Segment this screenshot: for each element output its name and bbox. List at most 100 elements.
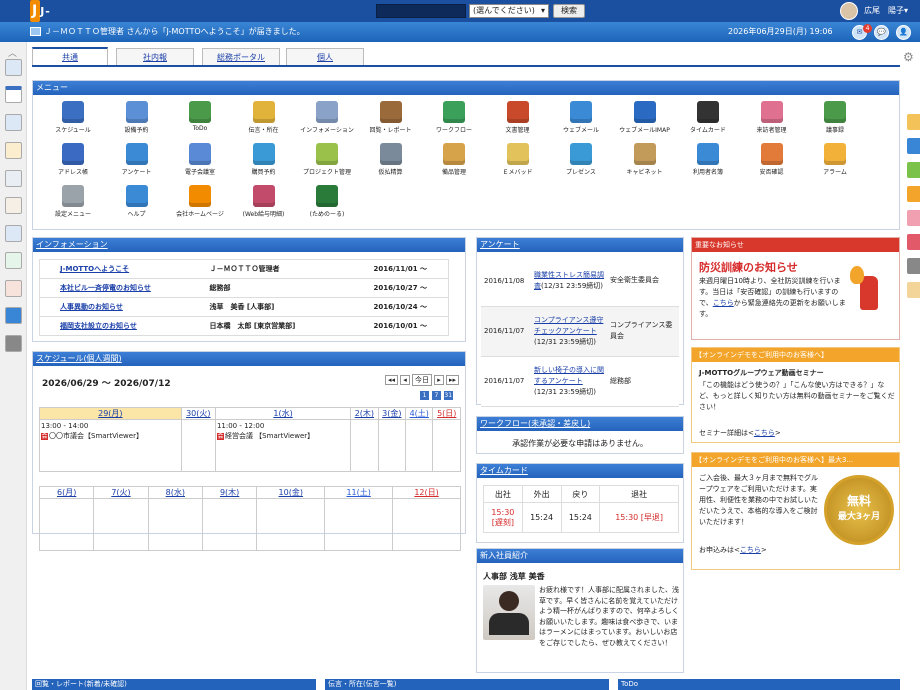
schedule-day-link[interactable]: 30(火) [186,409,210,418]
schedule-day-cell[interactable] [180,419,216,472]
schedule-day-link[interactable]: 10(金) [279,488,303,497]
right-tab-blue[interactable] [907,138,920,154]
right-tab-green[interactable] [907,162,920,178]
schedule-day-link[interactable]: 4(土) [410,409,429,418]
schedule-event[interactable]: 13:00 - 14:00 会〇〇市議会【SmartViewer】 [41,421,180,441]
schedule-day-cell[interactable] [377,419,407,472]
survey-link[interactable]: 新しい椅子の導入に関するアンケート [534,366,604,385]
menu-item[interactable]: ToDo [168,101,232,135]
schedule-day-link[interactable]: 2(木) [355,409,374,418]
scroll-up-icon[interactable]: ︿ [8,46,17,59]
menu-item[interactable]: 文書管理 [486,101,550,135]
schedule-day-link[interactable]: 12(日) [414,488,438,497]
menu-item[interactable]: アラーム [803,143,867,177]
todo-panel-title[interactable]: ToDo [618,679,900,690]
important-link[interactable]: こちら [713,299,734,307]
menu-item[interactable]: インフォメーション [295,101,359,135]
shortcut-calendar-icon[interactable] [5,86,22,103]
menu-item[interactable]: ワークフロー [422,101,486,135]
menu-item[interactable]: 設定メニュー [41,185,105,219]
menu-item[interactable]: ヘルプ [105,185,169,219]
schedule-day-link[interactable]: 7(火) [111,488,130,497]
app-logo[interactable]: JJ-MOTTO [30,0,90,40]
user-icon[interactable]: 👤 [896,25,911,40]
menu-item[interactable]: 電子会議室 [168,143,232,177]
menu-item[interactable]: 設備予約 [105,101,169,135]
notification-text[interactable]: Ｊ－ＭＯＴＴＯ管理者 さんから「J-MOTTOへようこそ」が届きました。 [44,22,305,42]
menu-item[interactable]: アドレス帳 [41,143,105,177]
shortcut-memo-icon[interactable] [5,142,22,159]
menu-item[interactable]: 購買予約 [232,143,296,177]
menu-item[interactable]: プレゼンス [549,143,613,177]
menu-item[interactable]: 備品管理 [422,143,486,177]
today-button[interactable]: 今日 [412,374,433,386]
demo-link[interactable]: こちら [754,429,775,437]
schedule-day-link[interactable]: 6(月) [57,488,76,497]
shortcut-workflow-icon[interactable] [5,252,22,269]
right-tab-orange[interactable] [907,186,920,202]
notification-icon[interactable]: ✉ 4 [852,24,872,40]
menu-item[interactable]: (ためのーる) [295,185,359,219]
schedule-day-cell[interactable] [432,419,461,472]
menu-item[interactable]: ウェブメールIMAP [613,101,677,135]
free-trial-link[interactable]: こちら [740,546,761,554]
menu-item[interactable]: 来訪者管理 [740,101,804,135]
schedule-day-cell[interactable]: 13:00 - 14:00 会〇〇市議会【SmartViewer】 [39,419,182,472]
tab-company-news[interactable]: 社内報 [116,48,194,66]
menu-item[interactable]: アンケート [105,143,169,177]
day-view-icon[interactable]: 1 [420,391,429,400]
schedule-event[interactable]: 11:00 - 12:00 会経営会議 【SmartViewer】 [216,421,349,441]
menu-item[interactable]: (Web給与明細) [232,185,296,219]
schedule-day-link[interactable]: 11(土) [346,488,370,497]
menu-item[interactable]: 安否確認 [740,143,804,177]
right-tab-pink[interactable] [907,210,920,226]
information-link[interactable]: 本社ビル一斉停電のお知らせ [60,284,151,292]
gear-icon[interactable]: ⚙ [903,50,914,64]
menu-item[interactable]: ウェブメール [549,101,613,135]
right-tab-memo-icon[interactable] [907,114,920,130]
search-input[interactable] [376,4,466,18]
right-tab-gray[interactable] [907,258,920,274]
tab-personal[interactable]: 個人 [286,48,364,66]
menu-item[interactable]: 会社ホームページ [168,185,232,219]
shortcut-schedule-icon[interactable] [5,59,22,76]
menu-item[interactable]: タイムカード [676,101,740,135]
information-link[interactable]: 人事異動のお知らせ [60,303,123,311]
right-tab-pencil-icon[interactable] [907,282,920,298]
user-avatar[interactable] [840,2,858,20]
menu-item[interactable]: 議事録 [803,101,867,135]
menu-item[interactable]: 利用者名簿 [676,143,740,177]
menu-item[interactable]: 伝言・所在 [232,101,296,135]
survey-link[interactable]: コンプライアンス遵守チェックアンケート [534,316,603,335]
schedule-day-link[interactable]: 8(水) [166,488,185,497]
prev-week-button[interactable]: ◂◂ [385,375,399,385]
tab-general-portal[interactable]: 総務ポータル [202,48,280,66]
menu-item[interactable]: キャビネット [613,143,677,177]
schedule-day-cell[interactable] [350,419,379,472]
menu-item[interactable]: 回覧・レポート [359,101,423,135]
schedule-day-link[interactable]: 1(水) [273,409,292,418]
shortcut-document-icon[interactable] [5,280,22,297]
month-view-icon[interactable]: 31 [443,391,453,400]
shortcut-folder-icon[interactable] [5,335,22,352]
shortcut-webmail-icon[interactable] [5,307,22,324]
schedule-day-link[interactable]: 29(月) [98,409,122,418]
schedule-day-link[interactable]: 5(日) [437,409,456,418]
search-button[interactable]: 検索 [553,4,585,18]
information-link[interactable]: 福岡支社設立のお知らせ [60,322,137,330]
shortcut-report-icon[interactable] [5,197,22,214]
schedule-day-link[interactable]: 3(金) [382,409,401,418]
menu-item[interactable]: 仮払精算 [359,143,423,177]
shortcut-survey-icon[interactable] [5,225,22,242]
week-view-icon[interactable]: 7 [431,391,441,400]
message-panel-title[interactable]: 伝言・所在(伝言一覧) [325,679,609,690]
schedule-day-cell[interactable] [405,419,434,472]
schedule-day-cell[interactable]: 11:00 - 12:00 会経営会議 【SmartViewer】 [214,419,352,472]
search-category-select[interactable]: (選んでください) [469,4,549,18]
menu-item[interactable]: Ｅメバッド [486,143,550,177]
right-tab-red[interactable] [907,234,920,250]
chat-icon[interactable]: 💬 [874,25,889,40]
schedule-day-link[interactable]: 9(木) [220,488,239,497]
user-name-menu[interactable]: 広尾 陽子▾ [864,0,908,22]
menu-item[interactable]: プロジェクト管理 [295,143,359,177]
